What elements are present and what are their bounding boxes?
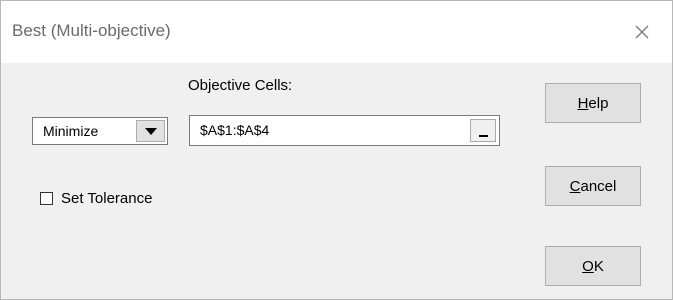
close-button[interactable] [612,1,672,63]
chevron-down-icon [144,127,157,135]
direction-select-value: Minimize [43,123,99,139]
objective-cells-label: Objective Cells: [188,77,293,94]
dialog-window: Best (Multi-objective) Objective Cells: … [0,0,673,300]
help-label-rest: elp [588,94,609,112]
set-tolerance-label[interactable]: Set Tolerance [61,190,152,207]
objective-cells-value[interactable]: $A$1:$A$4 [200,122,269,138]
range-select-button[interactable] [470,119,496,142]
range-select-icon [479,135,488,137]
ok-mnemonic: O [582,257,594,275]
title-bar: Best (Multi-objective) [1,1,672,63]
direction-select[interactable]: Minimize [32,117,168,145]
cancel-label-rest: ancel [580,177,617,195]
objective-cells-input[interactable]: $A$1:$A$4 [189,115,500,146]
ok-label-rest: K [593,257,604,275]
help-button[interactable]: Help [545,83,641,123]
close-icon [635,25,649,39]
help-mnemonic: H [577,94,589,112]
window-title: Best (Multi-objective) [12,21,171,40]
set-tolerance-checkbox[interactable] [40,192,53,205]
cancel-mnemonic: C [569,177,581,195]
set-tolerance-option[interactable]: Set Tolerance [40,190,152,207]
cancel-button[interactable]: Cancel [545,166,641,206]
ok-button[interactable]: OK [545,246,641,286]
dropdown-button[interactable] [136,120,165,142]
